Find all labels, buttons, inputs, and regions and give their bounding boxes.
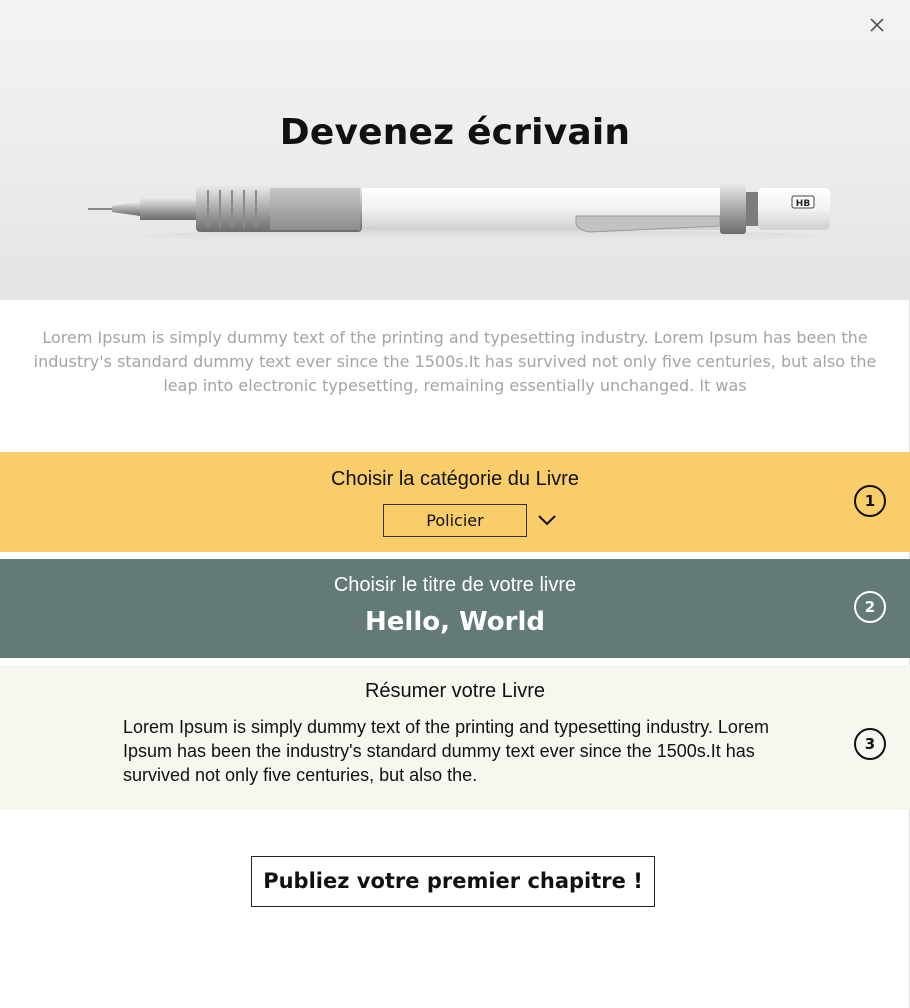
step-number-badge: 3 — [854, 728, 886, 760]
book-title-field[interactable]: Hello, World — [0, 607, 910, 637]
close-icon[interactable] — [866, 14, 888, 36]
step-label: Résumer votre Livre — [364, 680, 546, 702]
category-select[interactable]: Policier — [383, 504, 527, 537]
hero-banner: Devenez écrivain HB — [0, 0, 910, 300]
step-number-badge: 1 — [854, 485, 886, 517]
step-title: Choisir le titre de votre livre Hello, W… — [0, 559, 910, 658]
pencil-image: HB — [88, 184, 830, 242]
chevron-down-icon[interactable] — [537, 513, 557, 527]
step-number-badge: 2 — [854, 591, 886, 623]
step-summary: Résumer votre Livre Lorem Ipsum is simpl… — [0, 665, 910, 810]
publish-button[interactable]: Publiez votre premier chapitre ! — [251, 856, 655, 907]
intro-text: Lorem Ipsum is simply dummy text of the … — [33, 328, 877, 395]
writer-modal: Devenez écrivain HB Lorem Ipsum is simpl… — [0, 0, 910, 1008]
summary-field[interactable]: Lorem Ipsum is simply dummy text of the … — [123, 715, 773, 787]
step-label: Choisir le titre de votre livre — [333, 574, 577, 596]
page-title: Devenez écrivain — [279, 112, 631, 153]
step-category: Choisir la catégorie du Livre Policier 1 — [0, 452, 910, 552]
step-label: Choisir la catégorie du Livre — [331, 468, 579, 490]
pencil-label: HB — [796, 199, 811, 209]
